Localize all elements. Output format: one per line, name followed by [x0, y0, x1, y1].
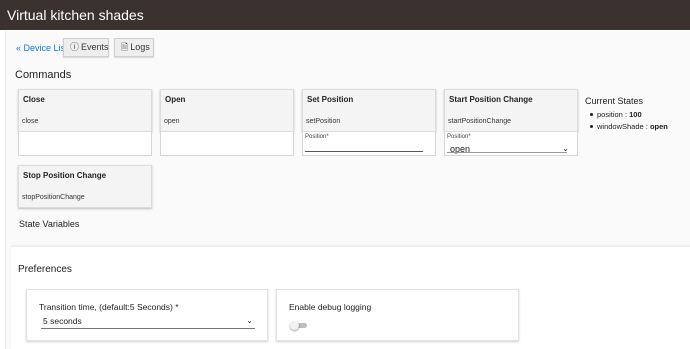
- commands-heading: Commands: [15, 69, 72, 81]
- command-title: Start Position Change: [449, 95, 533, 104]
- current-states-heading: Current States: [585, 96, 644, 106]
- direction-select[interactable]: Position* open ⌄: [444, 132, 578, 156]
- command-title: Stop Position Change: [23, 171, 107, 180]
- command-title: Close: [23, 95, 45, 104]
- command-title: Open: [165, 95, 186, 104]
- debug-logging-setting: Enable debug logging: [276, 289, 519, 341]
- preferences-heading: Preferences: [18, 264, 72, 275]
- command-card-close[interactable]: Close close: [18, 89, 152, 132]
- command-input-area-open: [160, 132, 294, 156]
- state-name: position: [597, 110, 623, 119]
- position-input-underline: [305, 151, 423, 152]
- toggle-knob: [290, 321, 299, 330]
- transition-time-value: 5 seconds: [43, 316, 82, 326]
- events-button[interactable]: ⓘ Events: [63, 38, 109, 57]
- app-header: Virtual kitchen shades: [0, 0, 690, 30]
- debug-logging-label: Enable debug logging: [289, 302, 372, 312]
- transition-time-underline: [41, 328, 255, 329]
- chevron-down-icon[interactable]: ⌄: [246, 316, 253, 325]
- position-input[interactable]: Position*: [302, 132, 436, 156]
- events-button-label: Events: [81, 42, 109, 52]
- command-card-stop-position-change[interactable]: Stop Position Change stopPositionChange: [18, 165, 152, 208]
- transition-time-label: Transition time, (default:5 Seconds) *: [39, 302, 179, 312]
- page-title: Virtual kitchen shades: [7, 7, 144, 23]
- logs-button-label: Logs: [130, 42, 150, 52]
- command-title: Set Position: [307, 95, 354, 104]
- command-name: open: [164, 118, 180, 125]
- debug-logging-toggle[interactable]: [290, 321, 307, 330]
- command-card-open[interactable]: Open open: [160, 89, 294, 132]
- position-input-label: Position*: [305, 134, 329, 140]
- state-variables-heading: State Variables: [19, 219, 80, 229]
- state-item: windowShade : open: [585, 122, 668, 131]
- direction-select-underline: [447, 152, 567, 153]
- state-name: windowShade: [597, 122, 644, 131]
- direction-select-label: Position*: [447, 134, 471, 140]
- state-value: open: [649, 122, 668, 131]
- device-list-link[interactable]: « Device List: [16, 43, 68, 53]
- transition-time-select[interactable]: Transition time, (default:5 Seconds) * 5…: [26, 289, 268, 341]
- command-input-area-close: [18, 132, 152, 156]
- state-value: 100: [629, 110, 642, 119]
- command-name: stopPositionChange: [22, 194, 85, 201]
- current-states-panel: Current States position : 100 windowShad…: [585, 96, 668, 134]
- info-circle-icon: ⓘ: [70, 42, 80, 52]
- current-states-list: position : 100 windowShade : open: [585, 110, 668, 131]
- logs-button[interactable]: 🗎 Logs: [114, 38, 154, 57]
- command-name: startPositionChange: [448, 118, 512, 125]
- state-item: position : 100: [585, 110, 668, 119]
- command-name: close: [22, 118, 39, 125]
- command-card-start-position-change[interactable]: Start Position Change startPositionChang…: [444, 89, 578, 132]
- document-icon: 🗎: [121, 42, 129, 52]
- command-name: setPosition: [306, 118, 341, 125]
- command-card-set-position[interactable]: Set Position setPosition: [302, 89, 436, 132]
